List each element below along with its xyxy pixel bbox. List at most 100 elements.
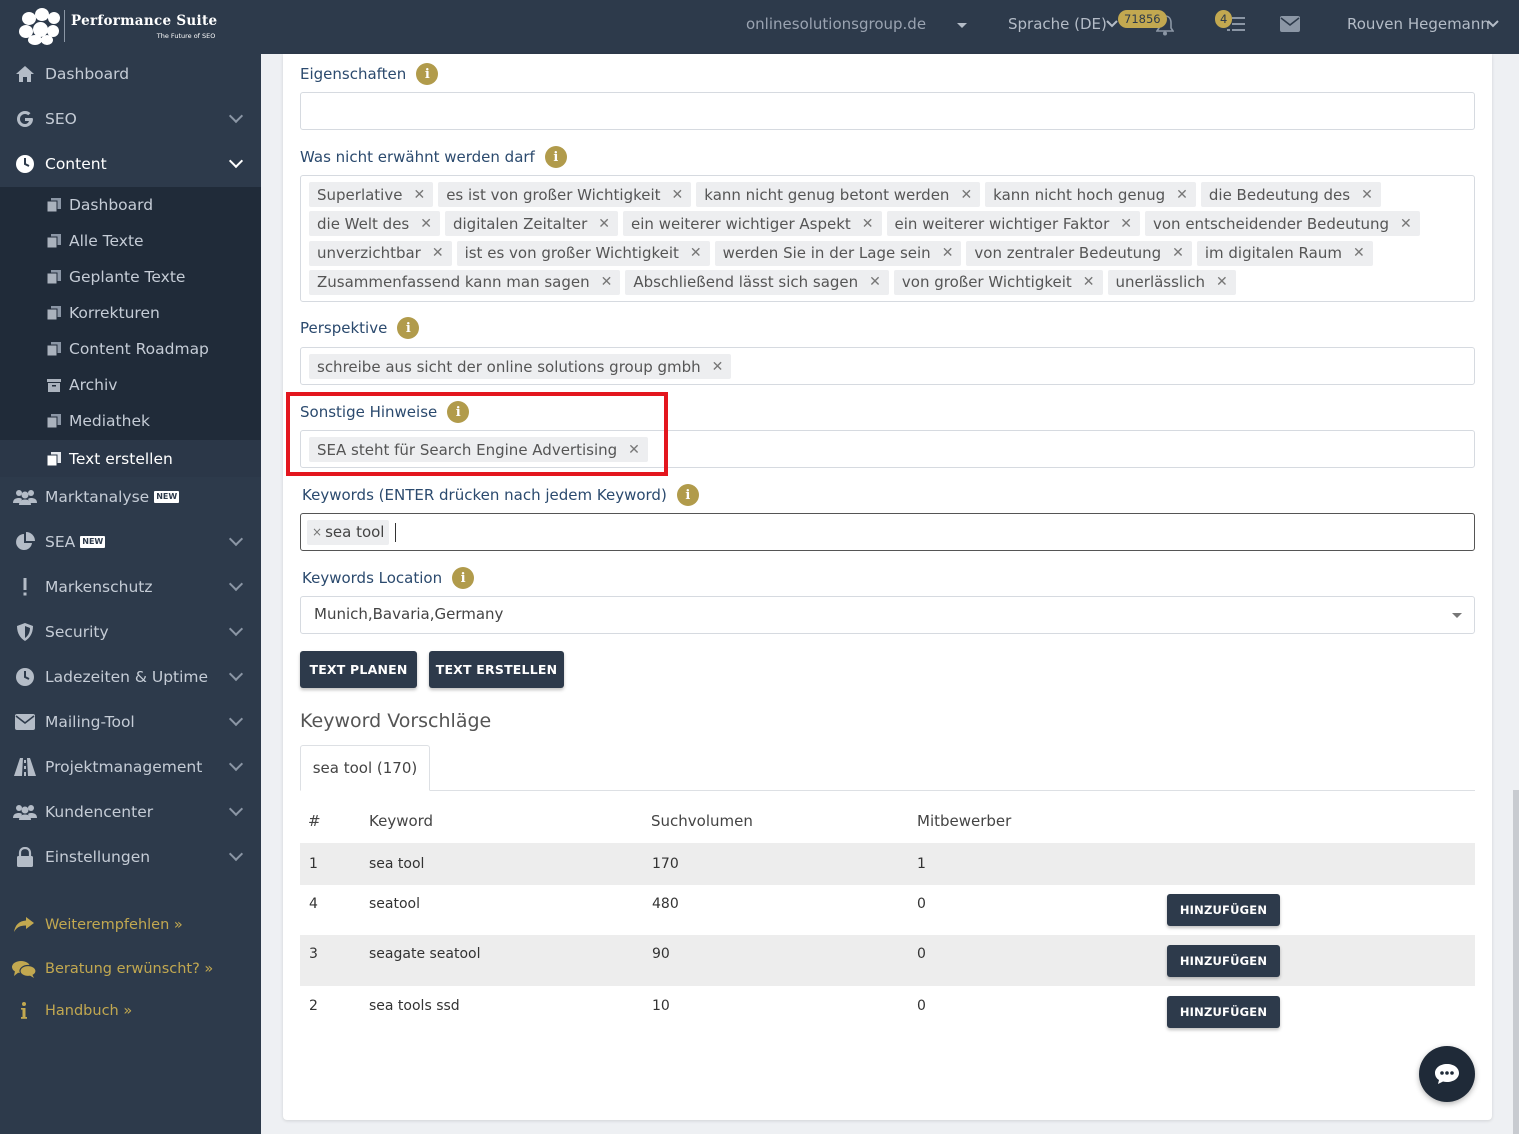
beratung-link[interactable]: Beratung erwünscht? » bbox=[0, 954, 261, 984]
weiterempfehlen-link[interactable]: Weiterempfehlen » bbox=[0, 910, 261, 940]
tag: von zentraler Bedeutung ✕ bbox=[966, 240, 1192, 266]
text-erstellen-button[interactable]: TEXT ERSTELLEN bbox=[429, 651, 564, 688]
tag: kann nicht genug betont werden ✕ bbox=[696, 182, 981, 207]
perspektive-tag-input[interactable]: schreibe aus sicht der online solutions … bbox=[300, 347, 1475, 385]
close-icon[interactable]: ✕ bbox=[432, 245, 444, 261]
domain-selector[interactable]: onlinesolutionsgroup.de bbox=[746, 15, 926, 33]
copy-icon bbox=[46, 342, 61, 357]
eigenschaften-input[interactable] bbox=[300, 92, 1475, 130]
info-icon[interactable]: i bbox=[452, 567, 475, 589]
close-icon[interactable]: ✕ bbox=[942, 245, 954, 261]
users-icon bbox=[13, 487, 37, 507]
info-icon[interactable]: i bbox=[416, 63, 439, 85]
tag: schreibe aus sicht der online solutions … bbox=[309, 354, 732, 379]
was-nicht-label: Was nicht erwähnt werden darf i bbox=[300, 146, 567, 168]
chat-icon bbox=[1435, 1064, 1459, 1084]
copy-icon bbox=[46, 198, 61, 213]
close-icon[interactable]: × bbox=[312, 525, 322, 539]
close-icon[interactable]: ✕ bbox=[598, 216, 610, 232]
keywords-input[interactable]: × sea tool bbox=[300, 513, 1475, 551]
perspektive-label: Perspektive i bbox=[300, 317, 420, 339]
sidebar-item-marktanalyse[interactable]: Marktanalyse NEW bbox=[0, 475, 261, 519]
new-badge: NEW bbox=[80, 536, 106, 548]
close-icon[interactable]: ✕ bbox=[601, 274, 613, 290]
close-icon[interactable]: ✕ bbox=[1400, 216, 1412, 232]
close-icon[interactable]: ✕ bbox=[1353, 245, 1365, 261]
sidebar-subitem-geplante-texte[interactable]: Geplante Texte bbox=[0, 259, 261, 295]
copy-icon bbox=[46, 414, 61, 429]
column-header-num: # bbox=[308, 812, 321, 830]
close-icon[interactable]: ✕ bbox=[1216, 274, 1228, 290]
info-icon[interactable]: i bbox=[544, 146, 567, 168]
was-nicht-tag-input[interactable]: Superlative ✕ es ist von großer Wichtigke… bbox=[300, 175, 1475, 302]
highlight-box bbox=[286, 392, 668, 476]
add-keyword-button[interactable]: HINZUFÜGEN bbox=[1167, 945, 1280, 977]
caret-down-icon bbox=[1452, 613, 1462, 618]
sidebar-item-content[interactable]: Content bbox=[0, 142, 261, 186]
close-icon[interactable]: ✕ bbox=[413, 187, 425, 203]
table-row: 1 sea tool 170 1 bbox=[300, 843, 1475, 885]
sidebar-item-mailing-tool[interactable]: Mailing-Tool bbox=[0, 700, 261, 744]
add-keyword-button[interactable]: HINZUFÜGEN bbox=[1167, 996, 1280, 1028]
close-icon[interactable]: ✕ bbox=[1172, 245, 1184, 261]
sidebar-item-einstellungen[interactable]: Einstellungen bbox=[0, 835, 261, 879]
handbuch-link[interactable]: Handbuch » bbox=[0, 996, 261, 1026]
close-icon[interactable]: ✕ bbox=[960, 187, 972, 203]
chevron-down-icon bbox=[228, 801, 244, 817]
sidebar-subitem-dashboard[interactable]: Dashboard bbox=[0, 187, 261, 223]
sidebar-item-dashboard[interactable]: Dashboard bbox=[0, 52, 261, 96]
close-icon[interactable]: ✕ bbox=[1120, 216, 1132, 232]
envelope-icon bbox=[13, 712, 37, 732]
caret-down-icon[interactable] bbox=[957, 23, 967, 28]
tag: von entscheidender Bedeutung ✕ bbox=[1145, 211, 1420, 237]
logo[interactable]: Performance Suite The Future of SEO bbox=[16, 6, 217, 46]
language-selector[interactable]: Sprache (DE) bbox=[1008, 15, 1107, 33]
location-select[interactable]: Munich,Bavaria,Germany bbox=[300, 596, 1475, 634]
add-keyword-button[interactable]: HINZUFÜGEN bbox=[1167, 894, 1280, 926]
sidebar-subitem-archiv[interactable]: Archiv bbox=[0, 367, 261, 403]
chat-button[interactable] bbox=[1419, 1046, 1475, 1102]
text-planen-button[interactable]: TEXT PLANEN bbox=[300, 651, 417, 688]
close-icon[interactable]: ✕ bbox=[690, 245, 702, 261]
close-icon[interactable]: ✕ bbox=[672, 187, 684, 203]
chevron-down-icon bbox=[228, 153, 244, 169]
close-icon[interactable]: ✕ bbox=[1361, 187, 1373, 203]
close-icon[interactable]: ✕ bbox=[1083, 274, 1095, 290]
close-icon[interactable]: ✕ bbox=[1176, 187, 1188, 203]
info-icon[interactable]: i bbox=[397, 317, 420, 339]
chevron-down-icon[interactable] bbox=[1106, 18, 1118, 32]
sidebar-subitem-alle-texte[interactable]: Alle Texte bbox=[0, 223, 261, 259]
copy-icon bbox=[46, 451, 61, 466]
archive-icon bbox=[47, 379, 61, 392]
tag: die Welt des ✕ bbox=[309, 211, 440, 237]
chevron-down-icon[interactable] bbox=[1487, 18, 1499, 32]
sidebar-subitem-mediathek[interactable]: Mediathek bbox=[0, 403, 261, 439]
close-icon[interactable]: ✕ bbox=[862, 216, 874, 232]
keyword-tag: × sea tool bbox=[307, 519, 390, 545]
sidebar-subitem-content-roadmap[interactable]: Content Roadmap bbox=[0, 331, 261, 367]
sidebar-item-security[interactable]: Security bbox=[0, 610, 261, 654]
table-row: 3 seagate seatool 90 0 HINZUFÜGEN bbox=[300, 935, 1475, 986]
chevron-down-icon bbox=[228, 846, 244, 862]
copy-icon bbox=[46, 234, 61, 249]
chevron-down-icon bbox=[228, 711, 244, 727]
text-cursor bbox=[395, 522, 397, 542]
user-menu[interactable]: Rouven Hegemann bbox=[1347, 15, 1490, 33]
sidebar-item-seo[interactable]: SEO bbox=[0, 97, 261, 141]
info-icon[interactable]: i bbox=[676, 484, 699, 506]
sidebar-item-sea[interactable]: SEA NEW bbox=[0, 520, 261, 564]
sidebar-item-ladezeiten[interactable]: Ladezeiten & Uptime bbox=[0, 655, 261, 699]
share-icon bbox=[12, 915, 36, 935]
sidebar-item-kundencenter[interactable]: Kundencenter bbox=[0, 790, 261, 834]
close-icon[interactable]: ✕ bbox=[712, 359, 724, 375]
close-icon[interactable]: ✕ bbox=[420, 216, 432, 232]
logo-mark-icon bbox=[16, 6, 62, 46]
sidebar-item-projektmanagement[interactable]: Projektmanagement bbox=[0, 745, 261, 789]
tab-sea-tool[interactable]: sea tool (170) bbox=[300, 745, 430, 791]
envelope-icon[interactable] bbox=[1280, 16, 1300, 36]
sidebar-subitem-korrekturen[interactable]: Korrekturen bbox=[0, 295, 261, 331]
scrollbar[interactable] bbox=[1513, 790, 1519, 1134]
sidebar-subitem-text-erstellen[interactable]: Text erstellen bbox=[0, 440, 261, 477]
close-icon[interactable]: ✕ bbox=[869, 274, 881, 290]
sidebar-item-markenschutz[interactable]: Markenschutz bbox=[0, 565, 261, 609]
